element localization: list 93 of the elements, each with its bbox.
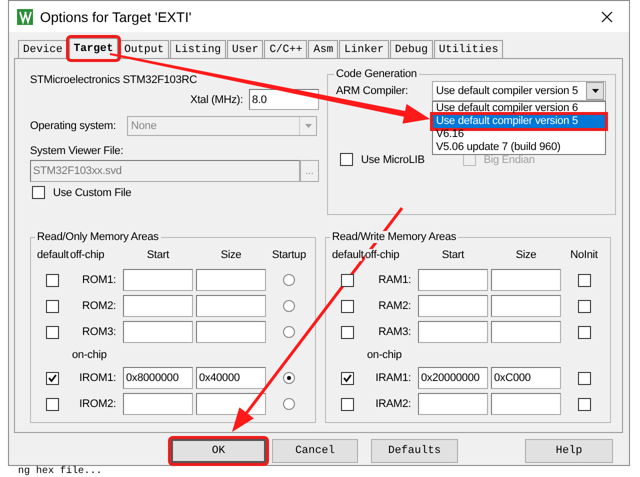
checkbox[interactable] bbox=[578, 372, 590, 384]
size-field[interactable] bbox=[196, 295, 266, 317]
dropdown-option[interactable]: V5.06 update 7 (build 960) bbox=[433, 141, 605, 154]
checkbox[interactable] bbox=[340, 372, 354, 384]
compiler-dropdown[interactable]: Use default compiler version 5 bbox=[432, 81, 606, 101]
row-label: IROM2: bbox=[78, 398, 117, 410]
checkbox[interactable] bbox=[32, 186, 45, 199]
app-icon bbox=[17, 8, 33, 24]
tab[interactable]: Utilities bbox=[434, 40, 504, 58]
checkbox[interactable] bbox=[340, 153, 353, 166]
field-label: ARM Compiler: bbox=[336, 85, 409, 97]
column-header: default bbox=[37, 249, 67, 261]
tab[interactable]: Target bbox=[68, 38, 118, 59]
dropdown-option[interactable]: Use default compiler version 5 bbox=[433, 115, 605, 128]
dialog-button[interactable]: Cancel bbox=[272, 439, 358, 463]
radio-button[interactable] bbox=[283, 274, 295, 286]
start-field[interactable] bbox=[123, 321, 193, 343]
column-header: default bbox=[332, 249, 362, 261]
start-field[interactable] bbox=[418, 321, 488, 343]
checkbox[interactable] bbox=[46, 372, 58, 384]
dialog-button[interactable]: Help bbox=[525, 439, 613, 463]
radio-button[interactable] bbox=[283, 300, 295, 312]
start-field[interactable] bbox=[418, 393, 488, 415]
start-field[interactable]: 0x20000000 bbox=[418, 367, 488, 389]
tab[interactable]: Asm bbox=[308, 40, 338, 58]
group-title: Code Generation bbox=[335, 68, 418, 80]
size-field[interactable] bbox=[491, 295, 561, 317]
dialog-button[interactable]: Defaults bbox=[371, 439, 458, 463]
field-label: System Viewer File: bbox=[30, 145, 124, 157]
size-field[interactable] bbox=[491, 321, 561, 343]
start-field[interactable] bbox=[123, 269, 193, 291]
checkbox[interactable] bbox=[46, 300, 58, 312]
row-label: ROM3: bbox=[81, 326, 117, 338]
start-field[interactable] bbox=[123, 295, 193, 317]
dialog-button[interactable]: OK bbox=[171, 439, 266, 463]
radio-button[interactable] bbox=[283, 372, 295, 384]
checkbox[interactable] bbox=[578, 274, 590, 286]
checkbox[interactable] bbox=[340, 398, 354, 410]
checkbox[interactable] bbox=[578, 398, 590, 410]
size-field[interactable] bbox=[491, 269, 561, 291]
checkbox[interactable] bbox=[46, 398, 58, 410]
tab[interactable]: Device bbox=[18, 40, 68, 58]
checkbox[interactable] bbox=[578, 326, 590, 338]
dropdown-option[interactable]: Use default compiler version 6 bbox=[433, 102, 605, 115]
tab[interactable]: Debug bbox=[390, 40, 433, 58]
row-label: IRAM1: bbox=[374, 372, 412, 384]
field-label: Operating system: bbox=[30, 120, 117, 132]
start-field[interactable] bbox=[418, 269, 488, 291]
row-label: RAM3: bbox=[377, 326, 412, 338]
row-label: RAM2: bbox=[377, 300, 412, 312]
checkbox[interactable] bbox=[46, 274, 58, 286]
field-label: Xtal (MHz): bbox=[190, 94, 243, 106]
size-field[interactable] bbox=[196, 269, 266, 291]
size-field[interactable]: 0xC000 bbox=[491, 367, 561, 389]
row-label: ROM2: bbox=[81, 300, 117, 312]
file-field[interactable]: STM32F103xx.svd bbox=[30, 160, 300, 182]
section-label: on-chip bbox=[366, 348, 403, 363]
checkbox-label: Big Endian bbox=[484, 154, 535, 166]
close-icon bbox=[601, 10, 613, 22]
row-label: IROM1: bbox=[78, 372, 117, 384]
row-label: RAM1: bbox=[377, 274, 412, 286]
radio-button[interactable] bbox=[283, 398, 295, 410]
console-text: ng hex file... bbox=[18, 466, 102, 477]
start-field[interactable]: 0x8000000 bbox=[123, 367, 193, 389]
checkbox[interactable] bbox=[578, 300, 590, 312]
checkbox-label: Use Custom File bbox=[53, 186, 132, 198]
size-field[interactable] bbox=[491, 393, 561, 415]
section-label: on-chip bbox=[71, 348, 108, 363]
group-title: Read/Only Memory Areas bbox=[35, 231, 161, 243]
start-field[interactable] bbox=[418, 295, 488, 317]
row-label: IRAM2: bbox=[374, 398, 412, 410]
tab[interactable]: Output bbox=[119, 40, 169, 58]
tab[interactable]: Linker bbox=[339, 40, 389, 58]
tab[interactable]: C/C++ bbox=[264, 40, 308, 58]
tab[interactable]: Listing bbox=[170, 40, 226, 58]
tab[interactable]: User bbox=[227, 40, 264, 58]
dropdown-option[interactable]: V6.16 bbox=[433, 128, 605, 141]
checkbox[interactable] bbox=[340, 274, 354, 286]
dropdown-arrow-icon bbox=[304, 124, 312, 128]
checkbox[interactable] bbox=[46, 326, 58, 338]
radio-button[interactable] bbox=[283, 326, 295, 338]
checkbox[interactable] bbox=[340, 300, 354, 312]
window-title: Options for Target 'EXTI' bbox=[40, 8, 192, 24]
dropdown-arrow-icon bbox=[592, 89, 598, 93]
size-field[interactable]: 0x40000 bbox=[196, 367, 266, 389]
device-name: STMicroelectronics STM32F103RC bbox=[30, 74, 198, 86]
checkbox-label: Use MicroLIB bbox=[361, 154, 425, 166]
start-field[interactable] bbox=[123, 393, 193, 415]
size-field[interactable] bbox=[196, 393, 266, 415]
checkbox[interactable] bbox=[340, 326, 354, 338]
row-label: ROM1: bbox=[81, 274, 117, 286]
group-title: Read/Write Memory Areas bbox=[330, 231, 458, 243]
size-field[interactable] bbox=[196, 321, 266, 343]
